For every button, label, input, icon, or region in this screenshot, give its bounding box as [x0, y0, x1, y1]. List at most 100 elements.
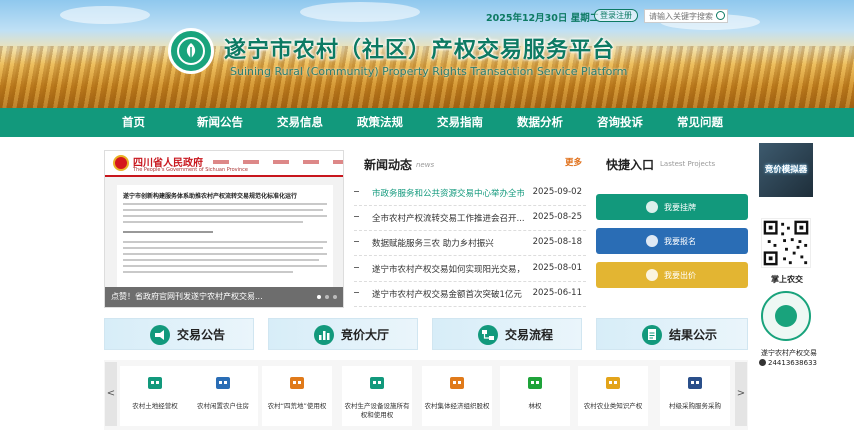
leaf-logo-icon [177, 37, 205, 65]
login-register-button[interactable]: 登录注册 [594, 9, 638, 22]
main-nav: 首页 新闻公告 交易信息 政策法规 交易指南 数据分析 咨询投诉 常见问题 [0, 108, 854, 137]
contact-phone: 24413638633 [759, 359, 817, 367]
megaphone-icon [150, 325, 170, 345]
section-label: 交易公告 [177, 328, 226, 342]
qr-code-icon [763, 220, 809, 266]
bullet-dash [354, 292, 359, 293]
news-item-title[interactable]: 遂宁市农村产权交易金额首次突破1亿元 [372, 288, 524, 300]
news-item-date: 2025-08-01 [532, 263, 582, 273]
news-item-title[interactable]: 全市农村产权流转交易工作推进会召开... [372, 212, 524, 224]
bar-chart-icon [314, 325, 334, 345]
nav-item-policy[interactable]: 政策法规 [340, 108, 420, 137]
mobile-app-label: 掌上农交 [771, 275, 803, 284]
carousel-dot[interactable] [325, 295, 329, 299]
nav-item-news[interactable]: 新闻公告 [180, 108, 260, 137]
button-label: 我要报名 [664, 237, 696, 246]
nav-item-trade-info[interactable]: 交易信息 [260, 108, 340, 137]
wasteland-icon [290, 377, 304, 389]
news-heading: 新闻动态 [364, 158, 413, 172]
category-label: 农村农业类知识产权 [583, 402, 643, 410]
category-card[interactable]: 林权 [500, 366, 570, 426]
nav-item-complaint[interactable]: 咨询投诉 [580, 108, 660, 137]
news-item[interactable]: 遂宁市农村产权交易如何实现阳光交易，以... 2025-08-01 [354, 256, 586, 282]
category-label: 农村集体经济组织股权 [424, 402, 490, 410]
news-item-date: 2025-09-02 [532, 187, 582, 197]
category-label: 林权 [528, 402, 542, 410]
section-trade-announcement[interactable]: 交易公告 [104, 318, 254, 350]
nav-item-data-analysis[interactable]: 数据分析 [500, 108, 580, 137]
button-label: 我要挂牌 [664, 203, 696, 212]
next-arrow-button[interactable]: > [735, 362, 747, 426]
building-icon [216, 377, 230, 389]
gov-site-header: 四川省人民政府 The People's Government of Sichu… [105, 151, 343, 177]
header-banner: 遂宁市农村（社区）产权交易服务平台 Suining Rural (Communi… [0, 0, 854, 108]
news-item-date: 2025-08-25 [532, 212, 582, 222]
button-label: 我要出价 [664, 271, 696, 280]
news-heading-english: news [416, 161, 435, 169]
gov-name-english: The People's Government of Sichuan Provi… [133, 167, 248, 173]
platform-logo [168, 28, 214, 74]
button-icon [646, 235, 658, 247]
tractor-icon [370, 377, 384, 389]
article-title: 遂宁市创新构建服务体系助推农村产权流转交易规范化标准化运行 [123, 193, 298, 200]
news-item[interactable]: 遂宁市农村产权交易金额首次突破1亿元 2025-06-11 [354, 281, 586, 307]
nav-item-home[interactable]: 首页 [87, 108, 180, 137]
carousel-caption-text: 点赞！省政府官网刊发遂宁农村产权交易... [111, 292, 263, 301]
category-card[interactable]: 农村土地经营权 [120, 366, 190, 426]
leaf-logo-icon [775, 305, 797, 327]
section-result-publicity[interactable]: 结果公示 [596, 318, 748, 350]
bullet-dash [354, 241, 359, 242]
news-item[interactable]: 数据赋能服务三农 助力乡村振兴 2025-08-18 [354, 230, 586, 256]
category-label: 农村土地经营权 [132, 402, 178, 410]
news-item[interactable]: 市政务服务和公共资源交易中心举办全市 2025-09-02 [354, 180, 586, 206]
category-card[interactable]: 农村集体经济组织股权 [422, 366, 492, 426]
quick-entry-panel: 快捷入口 Lastest Projects 我要挂牌我要报名我要出价 [596, 150, 748, 300]
nav-item-guide[interactable]: 交易指南 [420, 108, 500, 137]
news-item-title[interactable]: 遂宁市农村产权交易如何实现阳光交易，以... [372, 263, 524, 275]
list-item-button[interactable]: 我要挂牌 [596, 194, 748, 220]
category-card[interactable]: 农村闲置农户住房 [188, 366, 258, 426]
news-item[interactable]: 全市农村产权流转交易工作推进会召开... 2025-08-25 [354, 205, 586, 231]
carousel-dot[interactable] [333, 295, 337, 299]
clipboard-icon [642, 325, 662, 345]
news-item-date: 2025-08-18 [532, 237, 582, 247]
flow-icon [478, 325, 498, 345]
category-label: 村级采购服务采购 [669, 402, 721, 410]
nav-item-faq[interactable]: 常见问题 [660, 108, 740, 137]
category-card[interactable]: 农村“四荒地”使用权 [262, 366, 332, 426]
carousel-dot[interactable] [317, 295, 321, 299]
wechat-qr-logo [761, 291, 811, 341]
category-card[interactable]: 农村农业类知识产权 [578, 366, 648, 426]
news-more-link[interactable]: 更多 [565, 156, 582, 168]
stock-chart-icon [450, 377, 464, 389]
news-panel: 新闻动态 news 更多 市政务服务和公共资源交易中心举办全市 2025-09-0… [354, 150, 586, 310]
carousel-dots [317, 295, 337, 299]
bidding-simulator-label: 竞价模拟器 [764, 165, 808, 175]
quick-entry-heading: 快捷入口 [606, 158, 655, 172]
news-item-date: 2025-06-11 [532, 288, 582, 298]
news-item-title[interactable]: 市政务服务和公共资源交易中心举办全市 [372, 187, 524, 199]
phone-icon [759, 359, 766, 366]
qr-code [761, 218, 811, 268]
news-item-title[interactable]: 数据赋能服务三农 助力乡村振兴 [372, 237, 524, 249]
category-label: 农村闲置农户住房 [197, 402, 249, 410]
category-card[interactable]: 农村生产设备设施所有权和使用权 [342, 366, 412, 426]
tree-icon [528, 377, 542, 389]
sign-up-button[interactable]: 我要报名 [596, 228, 748, 254]
prev-arrow-button[interactable]: < [105, 362, 117, 426]
section-bidding-hall[interactable]: 竞价大厅 [268, 318, 418, 350]
bidding-simulator-banner[interactable]: 竞价模拟器 [759, 143, 813, 197]
search-icon[interactable] [716, 11, 725, 20]
site-title: 遂宁市农村（社区）产权交易服务平台 [224, 38, 616, 63]
quick-entry-heading-english: Lastest Projects [660, 160, 716, 168]
article-preview: 遂宁市创新构建服务体系助推农村产权流转交易规范化标准化运行 [117, 185, 333, 287]
bullet-dash [354, 267, 359, 268]
news-carousel[interactable]: 四川省人民政府 The People's Government of Sichu… [104, 150, 344, 308]
site-title-english: Suining Rural (Community) Property Right… [230, 65, 628, 78]
carousel-caption[interactable]: 点赞！省政府官网刊发遂宁农村产权交易... [105, 287, 343, 307]
category-card[interactable]: 村级采购服务采购 [660, 366, 730, 426]
bullet-dash [354, 216, 359, 217]
national-emblem-icon [113, 155, 129, 171]
bid-button[interactable]: 我要出价 [596, 262, 748, 288]
section-trade-process[interactable]: 交易流程 [432, 318, 582, 350]
